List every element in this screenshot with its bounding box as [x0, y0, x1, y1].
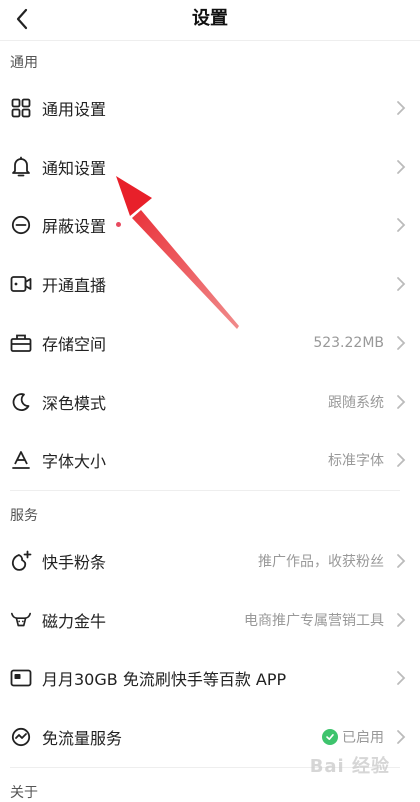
dark-mode-value: 跟随系统	[328, 395, 384, 411]
fans-value: 推广作品，收获粉丝	[258, 554, 384, 570]
data-flow-icon	[10, 726, 32, 748]
block-settings-row[interactable]: 屏蔽设置	[0, 196, 420, 254]
storage-row[interactable]: 存储空间 523.22MB	[0, 314, 420, 372]
moon-icon	[10, 391, 32, 413]
minus-circle-icon	[10, 214, 32, 236]
chevron-right-icon	[397, 160, 406, 174]
chevron-right-icon	[397, 277, 406, 291]
free-data-status-text: 已启用	[342, 730, 384, 746]
storage-box-icon	[10, 332, 32, 354]
live-label: 开通直播	[42, 276, 107, 295]
fans-plus-icon	[10, 550, 32, 572]
chevron-right-icon	[397, 395, 406, 409]
fans-row[interactable]: 快手粉条 推广作品，收获粉丝	[0, 532, 420, 590]
chevron-right-icon	[397, 730, 406, 744]
section-divider	[10, 490, 400, 491]
general-settings-row[interactable]: 通用设置	[0, 79, 420, 137]
new-badge-dot	[116, 221, 122, 227]
font-size-value: 标准字体	[328, 453, 384, 469]
chevron-right-icon	[397, 336, 406, 350]
block-settings-label: 屏蔽设置	[42, 217, 107, 236]
top-bar: 设置	[0, 0, 420, 41]
font-a-icon	[10, 449, 32, 471]
chevron-right-icon	[397, 671, 406, 685]
storage-label: 存储空间	[42, 335, 107, 354]
section-header-service: 服务	[10, 508, 38, 524]
chevron-right-icon	[397, 613, 406, 627]
page-title: 设置	[192, 8, 228, 29]
grid-icon	[10, 97, 32, 119]
data-plan-label: 月月30GB 免流刷快手等百款 APP	[42, 670, 287, 689]
font-size-label: 字体大小	[42, 452, 107, 471]
free-data-status: 已启用	[322, 727, 384, 747]
chevron-right-icon	[397, 453, 406, 467]
general-settings-label: 通用设置	[42, 100, 107, 119]
section-header-about: 关于	[10, 785, 38, 801]
data-plan-row[interactable]: 月月30GB 免流刷快手等百款 APP	[0, 649, 420, 707]
storage-value: 523.22MB	[313, 335, 384, 351]
watermark: Bai 经验	[309, 756, 390, 777]
chevron-right-icon	[397, 101, 406, 115]
magnetic-value: 电商推广专属营销工具	[244, 613, 384, 629]
check-circle-icon	[322, 729, 338, 745]
live-row[interactable]: 开通直播	[0, 255, 420, 313]
free-data-label: 免流量服务	[42, 729, 123, 748]
bell-icon	[10, 156, 32, 178]
chevron-right-icon	[397, 218, 406, 232]
section-header-general: 通用	[10, 55, 38, 71]
sim-card-icon	[10, 667, 32, 689]
chevron-right-icon	[397, 554, 406, 568]
magnetic-row[interactable]: 磁力金牛 电商推广专属营销工具	[0, 591, 420, 649]
bull-icon	[10, 609, 32, 631]
magnetic-label: 磁力金牛	[42, 612, 107, 631]
dark-mode-row[interactable]: 深色模式 跟随系统	[0, 373, 420, 431]
dark-mode-label: 深色模式	[42, 394, 107, 413]
notification-settings-row[interactable]: 通知设置	[0, 138, 420, 196]
video-camera-icon	[10, 273, 32, 295]
notification-settings-label: 通知设置	[42, 159, 107, 178]
fans-label: 快手粉条	[42, 553, 107, 572]
font-size-row[interactable]: 字体大小 标准字体	[0, 431, 420, 489]
